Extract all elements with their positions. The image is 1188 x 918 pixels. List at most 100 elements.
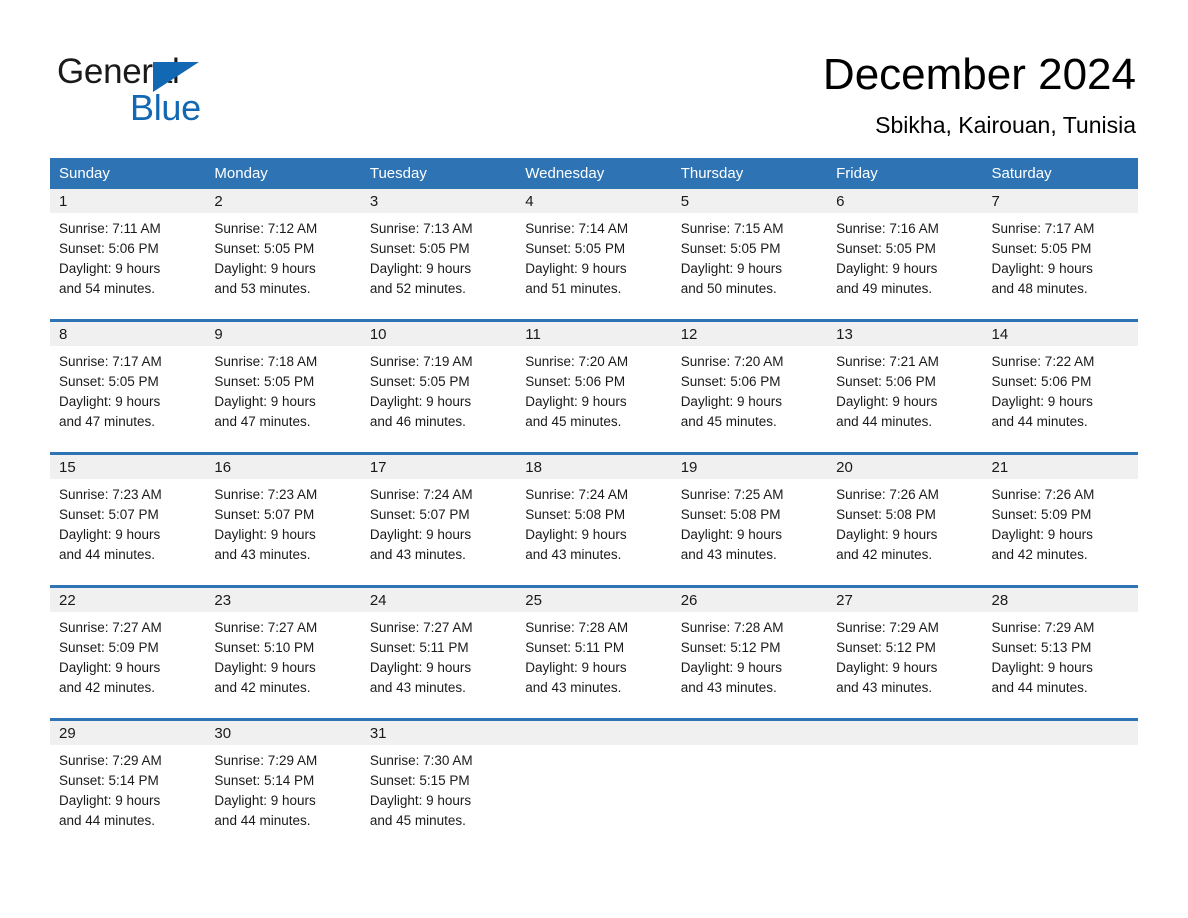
day-cell[interactable]: 23 Sunrise: 7:27 AM Sunset: 5:10 PM Dayligh… (205, 585, 361, 720)
page-title: December 2024 (822, 50, 1136, 99)
day-cell[interactable]: 19 Sunrise: 7:25 AM Sunset: 5:08 PM Dayligh… (671, 452, 828, 587)
day-cell[interactable]: 2 Sunrise: 7:12 AM Sunset: 5:05 PM Daylight… (205, 189, 361, 321)
sunset-text: Sunset: 5:15 PM (369, 773, 470, 788)
sunset-text: Sunset: 5:07 PM (59, 507, 159, 522)
day-cell[interactable]: 3 Sunrise: 7:13 AM Sunset: 5:05 PM Daylight… (360, 189, 517, 321)
daylight-text-line2: and 44 minutes. (59, 547, 156, 562)
day-details: Sunrise: 7:29 AM Sunset: 5:14 PM Daylight:… (50, 745, 205, 831)
calendar-week-row: 8 Sunrise: 7:17 AM Sunset: 5:05 PM Daylight… (50, 319, 1138, 454)
sunrise-text: Sunrise: 7:21 AM (836, 354, 939, 369)
day-cell[interactable]: 14 Sunrise: 7:22 AM Sunset: 5:06 PM Dayligh… (982, 319, 1138, 454)
day-details: Sunrise: 7:12 AM Sunset: 5:05 PM Daylight:… (205, 213, 360, 299)
sunrise-text: Sunrise: 7:30 AM (369, 753, 473, 768)
day-cell[interactable]: 24 Sunrise: 7:27 AM Sunset: 5:11 PM Dayligh… (360, 585, 517, 720)
daylight-text-line1: Daylight: 9 hours (59, 261, 161, 276)
daylight-text-line2: and 52 minutes. (369, 281, 466, 296)
daylight-text-line1: Daylight: 9 hours (214, 261, 316, 276)
daylight-text-line1: Daylight: 9 hours (991, 261, 1093, 276)
daylight-text-line2: and 42 minutes. (836, 547, 933, 562)
day-cell[interactable]: 21 Sunrise: 7:26 AM Sunset: 5:09 PM Dayligh… (982, 452, 1138, 587)
daylight-text-line2: and 42 minutes. (214, 680, 311, 695)
day-cell[interactable]: 16 Sunrise: 7:23 AM Sunset: 5:07 PM Dayligh… (205, 452, 361, 587)
day-cell[interactable]: 13 Sunrise: 7:21 AM Sunset: 5:06 PM Dayligh… (827, 319, 983, 454)
daylight-text-line1: Daylight: 9 hours (525, 394, 627, 409)
day-cell[interactable]: 31 Sunrise: 7:30 AM Sunset: 5:15 PM Dayligh… (360, 718, 517, 851)
day-cell[interactable]: 29 Sunrise: 7:29 AM Sunset: 5:14 PM Dayligh… (50, 718, 206, 851)
sunset-text: Sunset: 5:05 PM (369, 241, 470, 256)
day-cell[interactable]: 5 Sunrise: 7:15 AM Sunset: 5:05 PM Daylight… (671, 189, 828, 321)
weekday-header-saturday: Saturday (982, 158, 1138, 189)
day-cell-empty (982, 718, 1138, 851)
daylight-text-line1: Daylight: 9 hours (680, 527, 782, 542)
day-cell[interactable]: 11 Sunrise: 7:20 AM Sunset: 5:06 PM Dayligh… (516, 319, 672, 454)
day-cell[interactable]: 22 Sunrise: 7:27 AM Sunset: 5:09 PM Dayligh… (50, 585, 206, 720)
sunset-text: Sunset: 5:07 PM (214, 507, 315, 522)
day-cell[interactable]: 27 Sunrise: 7:29 AM Sunset: 5:12 PM Dayligh… (827, 585, 983, 720)
day-cell[interactable]: 4 Sunrise: 7:14 AM Sunset: 5:05 PM Daylight… (516, 189, 672, 321)
day-details: Sunrise: 7:18 AM Sunset: 5:05 PM Daylight:… (205, 346, 360, 432)
day-cell[interactable]: 26 Sunrise: 7:28 AM Sunset: 5:12 PM Dayligh… (671, 585, 828, 720)
day-cell[interactable]: 25 Sunrise: 7:28 AM Sunset: 5:11 PM Dayligh… (516, 585, 672, 720)
day-number: 11 (516, 322, 672, 346)
day-details: Sunrise: 7:15 AM Sunset: 5:05 PM Daylight:… (672, 213, 827, 299)
daylight-text-line2: and 43 minutes. (369, 547, 466, 562)
daylight-text-line1: Daylight: 9 hours (680, 394, 782, 409)
day-details: Sunrise: 7:20 AM Sunset: 5:06 PM Daylight:… (672, 346, 827, 432)
day-details: Sunrise: 7:23 AM Sunset: 5:07 PM Daylight:… (205, 479, 360, 565)
calendar-grid: Sunday Monday Tuesday Wednesday Thursday… (50, 158, 1138, 851)
daylight-text-line1: Daylight: 9 hours (991, 660, 1093, 675)
daylight-text-line1: Daylight: 9 hours (214, 394, 316, 409)
daylight-text-line1: Daylight: 9 hours (59, 394, 161, 409)
daylight-text-line2: and 54 minutes. (59, 281, 156, 296)
daylight-text-line1: Daylight: 9 hours (59, 527, 161, 542)
day-cell[interactable]: 17 Sunrise: 7:24 AM Sunset: 5:07 PM Dayligh… (360, 452, 517, 587)
day-cell[interactable]: 8 Sunrise: 7:17 AM Sunset: 5:05 PM Daylight… (50, 319, 206, 454)
day-cell[interactable]: 10 Sunrise: 7:19 AM Sunset: 5:05 PM Dayligh… (360, 319, 517, 454)
sunset-text: Sunset: 5:05 PM (369, 374, 470, 389)
day-cell-empty (671, 718, 828, 851)
day-number: 14 (982, 322, 1138, 346)
day-cell[interactable]: 7 Sunrise: 7:17 AM Sunset: 5:05 PM Daylight… (982, 189, 1138, 321)
day-number: 7 (982, 189, 1138, 213)
sunset-text: Sunset: 5:12 PM (836, 640, 936, 655)
sunset-text: Sunset: 5:08 PM (836, 507, 936, 522)
day-cell[interactable]: 12 Sunrise: 7:20 AM Sunset: 5:06 PM Dayligh… (671, 319, 828, 454)
day-details: Sunrise: 7:11 AM Sunset: 5:06 PM Daylight:… (50, 213, 205, 299)
daylight-text-line2: and 43 minutes. (214, 547, 311, 562)
sunrise-text: Sunrise: 7:29 AM (59, 753, 162, 768)
daylight-text-line1: Daylight: 9 hours (369, 261, 472, 276)
sunset-text: Sunset: 5:13 PM (991, 640, 1092, 655)
day-cell[interactable]: 15 Sunrise: 7:23 AM Sunset: 5:07 PM Dayligh… (50, 452, 206, 587)
day-cell-empty (516, 718, 672, 851)
day-details: Sunrise: 7:17 AM Sunset: 5:05 PM Daylight:… (983, 213, 1138, 299)
day-cell[interactable]: 9 Sunrise: 7:18 AM Sunset: 5:05 PM Daylight… (205, 319, 361, 454)
sunrise-text: Sunrise: 7:27 AM (59, 620, 162, 635)
day-number (982, 721, 1138, 745)
day-details: Sunrise: 7:29 AM Sunset: 5:12 PM Daylight:… (827, 612, 982, 698)
daylight-text-line1: Daylight: 9 hours (214, 660, 316, 675)
day-details: Sunrise: 7:27 AM Sunset: 5:11 PM Daylight:… (361, 612, 516, 698)
weekday-header-sunday: Sunday (50, 158, 206, 189)
sunrise-text: Sunrise: 7:28 AM (525, 620, 629, 635)
day-cell[interactable]: 1 Sunrise: 7:11 AM Sunset: 5:06 PM Daylight… (50, 189, 206, 321)
day-details: Sunrise: 7:29 AM Sunset: 5:13 PM Daylight:… (983, 612, 1138, 698)
day-details: Sunrise: 7:22 AM Sunset: 5:06 PM Daylight:… (983, 346, 1138, 432)
day-cell[interactable]: 20 Sunrise: 7:26 AM Sunset: 5:08 PM Dayligh… (827, 452, 983, 587)
sunrise-text: Sunrise: 7:23 AM (214, 487, 318, 502)
sunset-text: Sunset: 5:05 PM (991, 241, 1092, 256)
daylight-text-line1: Daylight: 9 hours (369, 793, 472, 808)
day-number (516, 721, 672, 745)
daylight-text-line2: and 43 minutes. (680, 680, 777, 695)
day-cell[interactable]: 6 Sunrise: 7:16 AM Sunset: 5:05 PM Daylight… (827, 189, 983, 321)
sunset-text: Sunset: 5:05 PM (214, 241, 315, 256)
daylight-text-line1: Daylight: 9 hours (525, 261, 627, 276)
day-cell[interactable]: 30 Sunrise: 7:29 AM Sunset: 5:14 PM Dayligh… (205, 718, 361, 851)
day-cell[interactable]: 18 Sunrise: 7:24 AM Sunset: 5:08 PM Dayligh… (516, 452, 672, 587)
daylight-text-line1: Daylight: 9 hours (680, 261, 782, 276)
day-cell[interactable]: 28 Sunrise: 7:29 AM Sunset: 5:13 PM Dayligh… (982, 585, 1138, 720)
sunset-text: Sunset: 5:09 PM (991, 507, 1092, 522)
day-details: Sunrise: 7:14 AM Sunset: 5:05 PM Daylight:… (516, 213, 671, 299)
daylight-text-line1: Daylight: 9 hours (214, 793, 316, 808)
sunset-text: Sunset: 5:05 PM (836, 241, 936, 256)
title-block: December 2024 Sbikha, Kairouan, Tunisia (823, 48, 1136, 140)
